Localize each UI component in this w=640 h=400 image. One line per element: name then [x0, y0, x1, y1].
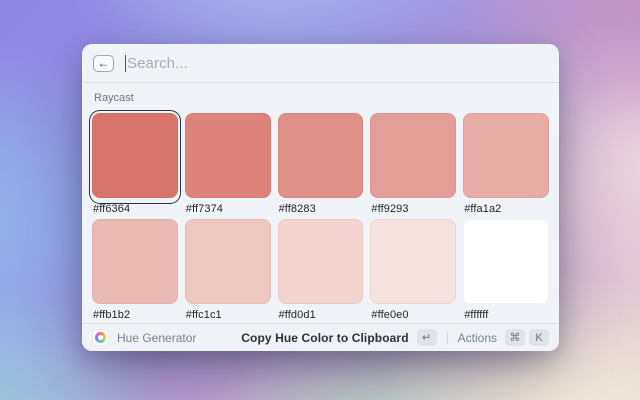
swatch-cell: #ffa1a2 — [463, 113, 549, 219]
swatch-cell: #ffd0d1 — [278, 219, 364, 325]
color-swatch[interactable] — [185, 113, 271, 198]
footer-actions: Copy Hue Color to Clipboard ↵ Actions ⌘ … — [241, 329, 549, 346]
swatch-cell: #ff7374 — [185, 113, 271, 219]
search-placeholder: Search... — [127, 55, 188, 72]
extension-name: Hue Generator — [117, 331, 196, 345]
primary-action-label[interactable]: Copy Hue Color to Clipboard — [241, 331, 408, 345]
swatch-hex-label: #ff8283 — [279, 203, 364, 215]
swatch-cell: #ffe0e0 — [370, 219, 456, 325]
swatch-cell: #ff6364 — [92, 113, 178, 219]
color-swatch[interactable] — [92, 113, 178, 198]
action-bar: Hue Generator Copy Hue Color to Clipboar… — [82, 323, 559, 351]
actions-menu-label[interactable]: Actions — [458, 331, 497, 345]
swatch-cell: #ff9293 — [370, 113, 456, 219]
section-header: Raycast — [94, 92, 549, 104]
swatch-hex-label: #ff9293 — [371, 203, 456, 215]
swatch-hex-label: #ffb1b2 — [93, 309, 178, 321]
swatch-hex-label: #ff7374 — [186, 203, 271, 215]
enter-key-badge[interactable]: ↵ — [417, 329, 437, 346]
color-swatch[interactable] — [370, 219, 456, 304]
swatch-hex-label: #ffffff — [464, 309, 549, 321]
swatch-cell: #ff8283 — [278, 113, 364, 219]
text-caret — [125, 55, 126, 72]
swatch-hex-label: #ffc1c1 — [186, 309, 271, 321]
color-swatch[interactable] — [463, 219, 549, 304]
swatch-hex-label: #ffd0d1 — [279, 309, 364, 321]
color-swatch[interactable] — [185, 219, 271, 304]
footer-divider — [447, 332, 448, 344]
results-area: Raycast #ff6364 #ff7374 #ff8283 #ff9293 … — [82, 83, 559, 325]
actions-shortcut: ⌘ K — [505, 329, 549, 346]
swatch-cell: #ffb1b2 — [92, 219, 178, 325]
swatch-grid: #ff6364 #ff7374 #ff8283 #ff9293 #ffa1a2 … — [92, 113, 549, 325]
color-swatch[interactable] — [92, 219, 178, 304]
swatch-hex-label: #ffa1a2 — [464, 203, 549, 215]
color-swatch[interactable] — [370, 113, 456, 198]
color-swatch[interactable] — [278, 219, 364, 304]
swatch-hex-label: #ffe0e0 — [371, 309, 456, 321]
swatch-cell: #ffc1c1 — [185, 219, 271, 325]
back-arrow-icon: ← — [98, 57, 110, 69]
command-key-badge[interactable]: ⌘ — [505, 329, 525, 346]
search-bar: ← Search... — [82, 44, 559, 83]
color-swatch[interactable] — [278, 113, 364, 198]
swatch-hex-label: #ff6364 — [93, 203, 178, 215]
swatch-cell: #ffffff — [463, 219, 549, 325]
color-swatch[interactable] — [463, 113, 549, 198]
extension-identity: Hue Generator — [92, 329, 241, 346]
raycast-window: ← Search... Raycast #ff6364 #ff7374 #ff8… — [82, 44, 559, 351]
back-button[interactable]: ← — [93, 55, 114, 72]
k-key-badge[interactable]: K — [529, 329, 549, 346]
hue-color-wheel-icon — [92, 329, 109, 346]
search-input[interactable]: Search... — [125, 44, 548, 82]
